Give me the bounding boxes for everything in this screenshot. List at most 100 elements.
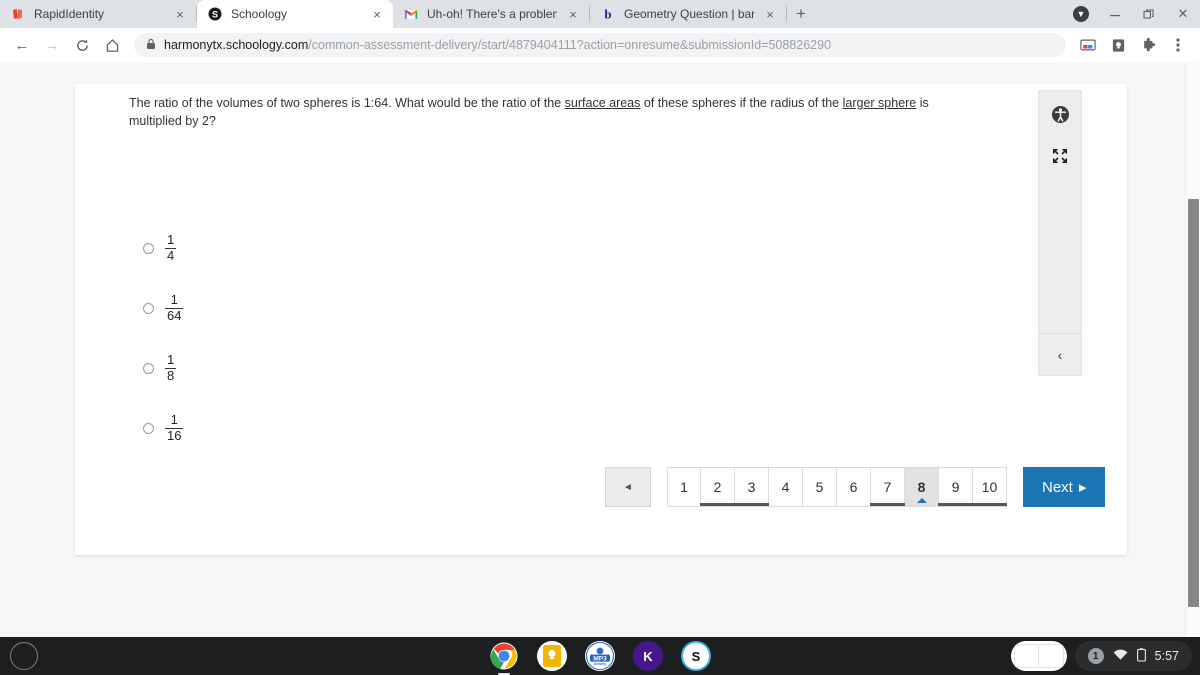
address-bar[interactable]: harmonytx.schoology.com/common-assessmen…	[134, 33, 1066, 57]
page-number-7[interactable]: 7	[870, 467, 905, 507]
launcher-button[interactable]	[10, 642, 38, 670]
browser-tab-schoology[interactable]: S Schoology ×	[197, 0, 393, 28]
radio-button[interactable]	[143, 242, 154, 254]
kahoot-letter: K	[643, 648, 653, 664]
next-label: Next	[1042, 478, 1073, 496]
home-icon[interactable]	[98, 31, 126, 59]
previous-question-button[interactable]: ◄	[605, 467, 651, 507]
fullscreen-expand-icon[interactable]	[1049, 145, 1071, 167]
page-number-8[interactable]: 8	[905, 467, 939, 507]
page-number-list: 1 2 3 4 5 6 7 8 9 10	[667, 467, 1007, 507]
shelf-app-kahoot-icon[interactable]: K	[633, 641, 663, 671]
maximize-restore-button[interactable]	[1132, 0, 1166, 28]
site-lock-icon	[146, 38, 156, 53]
reload-icon[interactable]	[68, 31, 96, 59]
tab-title: Geometry Question | bartleby	[624, 7, 754, 21]
page-number-6[interactable]: 6	[837, 467, 871, 507]
window-controls: ▼ ✕	[1064, 0, 1200, 28]
fraction-numerator: 1	[170, 411, 178, 427]
notification-count-badge[interactable]: 1	[1087, 648, 1104, 664]
system-tray: 1 5:57	[1010, 641, 1192, 671]
fraction-value: 1 16	[165, 411, 184, 444]
question-text: The ratio of the volumes of two spheres …	[129, 94, 959, 130]
collapse-rail-button[interactable]: ‹	[1039, 333, 1081, 375]
question-link-larger-sphere: larger sphere	[842, 96, 917, 110]
fraction-denominator: 16	[165, 427, 184, 443]
fraction-denominator: 8	[165, 367, 177, 383]
question-link-surface-areas: surface areas	[564, 96, 641, 110]
assessment-tool-rail: ‹	[1038, 90, 1082, 376]
page-viewport: The ratio of the volumes of two spheres …	[0, 62, 1200, 637]
fraction-value: 1 4	[165, 232, 177, 264]
minimize-button[interactable]	[1098, 0, 1132, 28]
shelf-app-schoology-icon[interactable]: S	[681, 641, 711, 671]
question-pagination: ◄ 1 2 3 4 5 6 7 8 9 10 Next ▸	[605, 467, 1106, 507]
assessment-card: The ratio of the volumes of two spheres …	[75, 84, 1127, 555]
gmail-icon	[403, 6, 419, 22]
chrome-menu-icon[interactable]	[1164, 31, 1192, 59]
page-scrollbar[interactable]	[1185, 62, 1200, 637]
bartleby-icon: b	[600, 6, 616, 22]
shelf-app-list: MP3 Delivery K S	[489, 641, 711, 675]
tab-title: Schoology	[231, 7, 288, 21]
next-question-button[interactable]: Next ▸	[1023, 467, 1106, 507]
tab-close-icon[interactable]: ×	[369, 6, 385, 22]
radio-button[interactable]	[143, 302, 154, 314]
answer-choice-list: 1 4 1 64 1 8 1 16	[143, 224, 184, 464]
downloads-button[interactable]: ▼	[1064, 0, 1098, 28]
tab-close-icon[interactable]: ×	[172, 6, 188, 22]
fraction-numerator: 1	[170, 291, 178, 307]
answer-choice[interactable]: 1 8	[143, 344, 183, 392]
forward-icon[interactable]: →	[38, 31, 66, 59]
tab-title: Uh-oh! There's a problem with yo	[427, 7, 557, 21]
current-page-caret-icon	[916, 498, 927, 503]
media-cast-icon[interactable]	[1074, 31, 1102, 59]
answer-choice[interactable]: 1 64	[143, 284, 184, 332]
answer-choice[interactable]: 1 4	[143, 224, 183, 272]
fraction-value: 1 64	[165, 291, 184, 324]
page-number-9[interactable]: 9	[938, 467, 973, 507]
schoology-icon: S	[207, 6, 223, 22]
page-number-5[interactable]: 5	[803, 467, 837, 507]
browser-toolbar: ← → harmonytx.schoology.com/common-asses…	[0, 28, 1200, 62]
download-icon: ▼	[1073, 6, 1089, 22]
question-part-2: of these spheres if the radius of the	[640, 96, 843, 110]
close-window-button[interactable]: ✕	[1166, 0, 1200, 28]
window-preview-thumbnail[interactable]	[1010, 641, 1067, 671]
radio-button[interactable]	[143, 422, 154, 434]
page-number-1[interactable]: 1	[667, 467, 701, 507]
svg-text:b: b	[604, 7, 611, 21]
tab-title: RapidIdentity	[34, 7, 105, 21]
answer-choice[interactable]: 1 16	[143, 404, 184, 452]
accessibility-icon[interactable]	[1049, 103, 1071, 125]
shelf-app-chrome-icon[interactable]	[489, 641, 519, 675]
scrollbar-thumb[interactable]	[1188, 199, 1199, 607]
browser-tab-rapididentity[interactable]: RapidIdentity ×	[0, 0, 196, 28]
status-area[interactable]: 1 5:57	[1074, 641, 1192, 671]
fraction-denominator: 4	[165, 247, 177, 263]
browser-tab-gmail[interactable]: Uh-oh! There's a problem with yo ×	[393, 0, 589, 28]
save-to-keep-icon[interactable]	[1104, 31, 1132, 59]
shelf-app-google-keep-icon[interactable]	[537, 641, 567, 671]
shelf-app-mp3-delivery-icon[interactable]: MP3 Delivery	[585, 641, 615, 671]
browser-tab-strip: RapidIdentity × S Schoology × Uh-oh! The…	[0, 0, 1200, 28]
tab-close-icon[interactable]: ×	[762, 6, 778, 22]
page-number-2[interactable]: 2	[700, 467, 735, 507]
page-number-3[interactable]: 3	[734, 467, 769, 507]
radio-button[interactable]	[143, 362, 154, 374]
page-number-10[interactable]: 10	[972, 467, 1007, 507]
chromeos-screen: RapidIdentity × S Schoology × Uh-oh! The…	[0, 0, 1200, 675]
url-host: harmonytx.schoology.com	[164, 38, 309, 52]
browser-tab-bartleby[interactable]: b Geometry Question | bartleby ×	[590, 0, 786, 28]
url-text: harmonytx.schoology.com/common-assessmen…	[164, 38, 831, 52]
page-number-4[interactable]: 4	[769, 467, 803, 507]
page-number-label: 8	[917, 479, 926, 495]
new-tab-button[interactable]: +	[787, 0, 815, 28]
url-path: /common-assessment-delivery/start/487940…	[308, 38, 832, 52]
fraction-denominator: 64	[165, 307, 184, 323]
rapididentity-icon	[10, 6, 26, 22]
schoology-letter: S	[691, 648, 701, 664]
extensions-puzzle-icon[interactable]	[1134, 31, 1162, 59]
back-icon[interactable]: ←	[8, 31, 36, 59]
tab-close-icon[interactable]: ×	[565, 6, 581, 22]
